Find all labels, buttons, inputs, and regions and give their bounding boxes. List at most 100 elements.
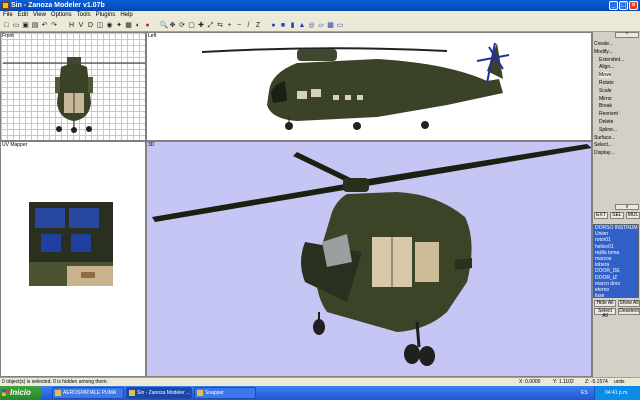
scale-icon[interactable]: ⤢ bbox=[207, 22, 214, 29]
command-reorient[interactable]: Reorient bbox=[599, 111, 618, 117]
menu-file[interactable]: File bbox=[3, 11, 13, 20]
front-viewport-label: Front bbox=[2, 33, 14, 39]
command-break[interactable]: Break bbox=[599, 103, 612, 109]
task-snapper[interactable]: Snapper bbox=[194, 387, 256, 399]
hide-all-button[interactable]: Hide All bbox=[594, 300, 616, 307]
command-surface[interactable]: Surface... bbox=[594, 135, 615, 141]
helicopter-3d-view bbox=[152, 144, 591, 366]
pan-icon[interactable]: ✥ bbox=[169, 22, 176, 29]
grid-icon[interactable]: ▦ bbox=[327, 22, 334, 29]
start-button[interactable]: Inicio bbox=[0, 386, 42, 400]
status-message: 0 object(s) is selected. 0 is hidden amo… bbox=[2, 379, 108, 385]
helicopter-side-view bbox=[201, 42, 510, 130]
texture-icon[interactable]: ▦ bbox=[125, 22, 132, 29]
system-tray: ES 04:41 p.m. bbox=[581, 386, 640, 400]
start-label: Inicio bbox=[10, 388, 31, 397]
menu-edit[interactable]: Edit bbox=[18, 11, 28, 20]
z-icon[interactable]: Z bbox=[255, 22, 262, 29]
front-viewport[interactable]: Front bbox=[0, 32, 146, 141]
new-icon[interactable]: □ bbox=[3, 22, 10, 29]
three-d-viewport[interactable]: 3D bbox=[146, 141, 592, 377]
color-icon[interactable]: ● bbox=[144, 22, 151, 29]
scroll-up-button[interactable]: ^ bbox=[615, 32, 639, 38]
command-rotate[interactable]: Rotate bbox=[599, 80, 614, 86]
task-label: Snapper bbox=[205, 390, 224, 396]
app-icon bbox=[129, 390, 135, 396]
command-display[interactable]: Display... bbox=[594, 150, 614, 156]
select-icon[interactable]: ▢ bbox=[188, 22, 195, 29]
app-icon bbox=[2, 2, 9, 9]
windows-logo-icon bbox=[2, 389, 9, 396]
redo-icon[interactable]: ↷ bbox=[51, 22, 58, 29]
box-icon[interactable]: ■ bbox=[280, 22, 287, 29]
taskbar: Inicio AEROSPATIALE PUMA Sin - Zanoza Mo… bbox=[0, 386, 640, 400]
command-mirror[interactable]: Mirror bbox=[599, 96, 612, 102]
select-all-button[interactable]: Select All bbox=[594, 308, 616, 319]
tube-icon[interactable]: ▭ bbox=[337, 22, 344, 29]
print-icon[interactable]: ▤ bbox=[32, 22, 39, 29]
menu-view[interactable]: View bbox=[33, 11, 46, 20]
command-align[interactable]: Align... bbox=[599, 64, 614, 70]
title-bar: Sin - Zanoza Modeler v1.07b _ □ × bbox=[0, 0, 640, 11]
move-icon[interactable]: ✚ bbox=[198, 22, 205, 29]
command-spline[interactable]: Spline... bbox=[599, 127, 617, 133]
rotate-icon[interactable]: ⟳ bbox=[179, 22, 186, 29]
menu-bar: File Edit View Options Tools Plugins Hel… bbox=[0, 11, 640, 20]
undo-icon[interactable]: ↶ bbox=[41, 22, 48, 29]
task-zanoza-modeler[interactable]: Sin - Zanoza Modeler ... bbox=[126, 387, 192, 399]
command-panel: ^ v EXT SEL MUL Hide All Show All Select… bbox=[592, 32, 640, 377]
ext-button[interactable]: EXT bbox=[594, 212, 608, 219]
language-indicator[interactable]: ES bbox=[581, 386, 588, 400]
plane-icon[interactable]: ▱ bbox=[318, 22, 325, 29]
task-label: Sin - Zanoza Modeler ... bbox=[137, 390, 191, 396]
mul-button[interactable]: MUL bbox=[626, 212, 640, 219]
sel-button[interactable]: SEL bbox=[610, 212, 624, 219]
minimize-button[interactable]: _ bbox=[609, 1, 618, 10]
command-delete[interactable]: Delete bbox=[599, 119, 613, 125]
scroll-down-button[interactable]: v bbox=[615, 204, 639, 210]
command-scale[interactable]: Scale bbox=[599, 88, 612, 94]
toolbar: □ ▭ ▣ ▤ ↶ ↷ H V D ◫ ◉ ✦ ▦ ◐ ● 🔍 ✥ ⟳ ▢ ✚ ⤢ ⇆ + − / Z ● ■ ▮ ▲ ◎ ▱ ▦ ▭ bbox=[0, 20, 640, 32]
render-icon[interactable]: ◐ bbox=[135, 22, 142, 29]
command-move[interactable]: Move bbox=[599, 72, 612, 79]
maximize-button[interactable]: □ bbox=[619, 1, 628, 10]
command-extended[interactable]: Extended... bbox=[599, 57, 624, 63]
coord-x: X: 0.0000 bbox=[519, 379, 541, 385]
plus-icon[interactable]: + bbox=[226, 22, 233, 29]
zoom-icon[interactable]: 🔍 bbox=[160, 22, 169, 29]
uv-mapper-viewport[interactable]: UV Mapper bbox=[0, 141, 146, 377]
deselect-button[interactable]: Deselect bbox=[618, 308, 640, 315]
task-label: AEROSPATIALE PUMA bbox=[63, 390, 117, 396]
light-icon[interactable]: ✦ bbox=[116, 22, 123, 29]
slash-icon[interactable]: / bbox=[245, 22, 252, 29]
command-modify[interactable]: Modify... bbox=[594, 49, 613, 55]
d-icon[interactable]: D bbox=[87, 22, 94, 29]
menu-help[interactable]: Help bbox=[120, 11, 132, 20]
close-button[interactable]: × bbox=[629, 1, 638, 10]
h-icon[interactable]: H bbox=[68, 22, 75, 29]
cylinder-icon[interactable]: ▮ bbox=[289, 22, 296, 29]
object-list-item[interactable]: fuse bbox=[594, 293, 638, 297]
cone-icon[interactable]: ▲ bbox=[299, 22, 306, 29]
mirror-icon[interactable]: ⇆ bbox=[217, 22, 224, 29]
left-viewport[interactable]: Left bbox=[146, 32, 592, 141]
open-icon[interactable]: ▭ bbox=[13, 22, 20, 29]
camera-icon[interactable]: ◉ bbox=[106, 22, 113, 29]
torus-icon[interactable]: ◎ bbox=[308, 22, 315, 29]
sphere-icon[interactable]: ● bbox=[270, 22, 277, 29]
clock: 04:41 p.m. bbox=[605, 390, 629, 396]
cube-icon[interactable]: ◫ bbox=[97, 22, 104, 29]
menu-plugins[interactable]: Plugins bbox=[96, 11, 116, 20]
menu-tools[interactable]: Tools bbox=[77, 11, 91, 20]
command-select[interactable]: Select... bbox=[594, 142, 612, 148]
minus-icon[interactable]: − bbox=[236, 22, 243, 29]
save-icon[interactable]: ▣ bbox=[22, 22, 29, 29]
command-create[interactable]: Create... bbox=[594, 41, 613, 47]
task-aerospatiale-puma[interactable]: AEROSPATIALE PUMA bbox=[52, 387, 124, 399]
coord-y: Y: 1.1102 bbox=[553, 379, 574, 385]
object-list[interactable]: DORSO INSTRUM Union rotor01 helice01 rejilla… bbox=[593, 224, 639, 298]
uv-mapper-label: UV Mapper bbox=[2, 142, 28, 148]
menu-options[interactable]: Options bbox=[51, 11, 72, 20]
v-icon[interactable]: V bbox=[78, 22, 85, 29]
show-all-button[interactable]: Show All bbox=[618, 300, 640, 307]
